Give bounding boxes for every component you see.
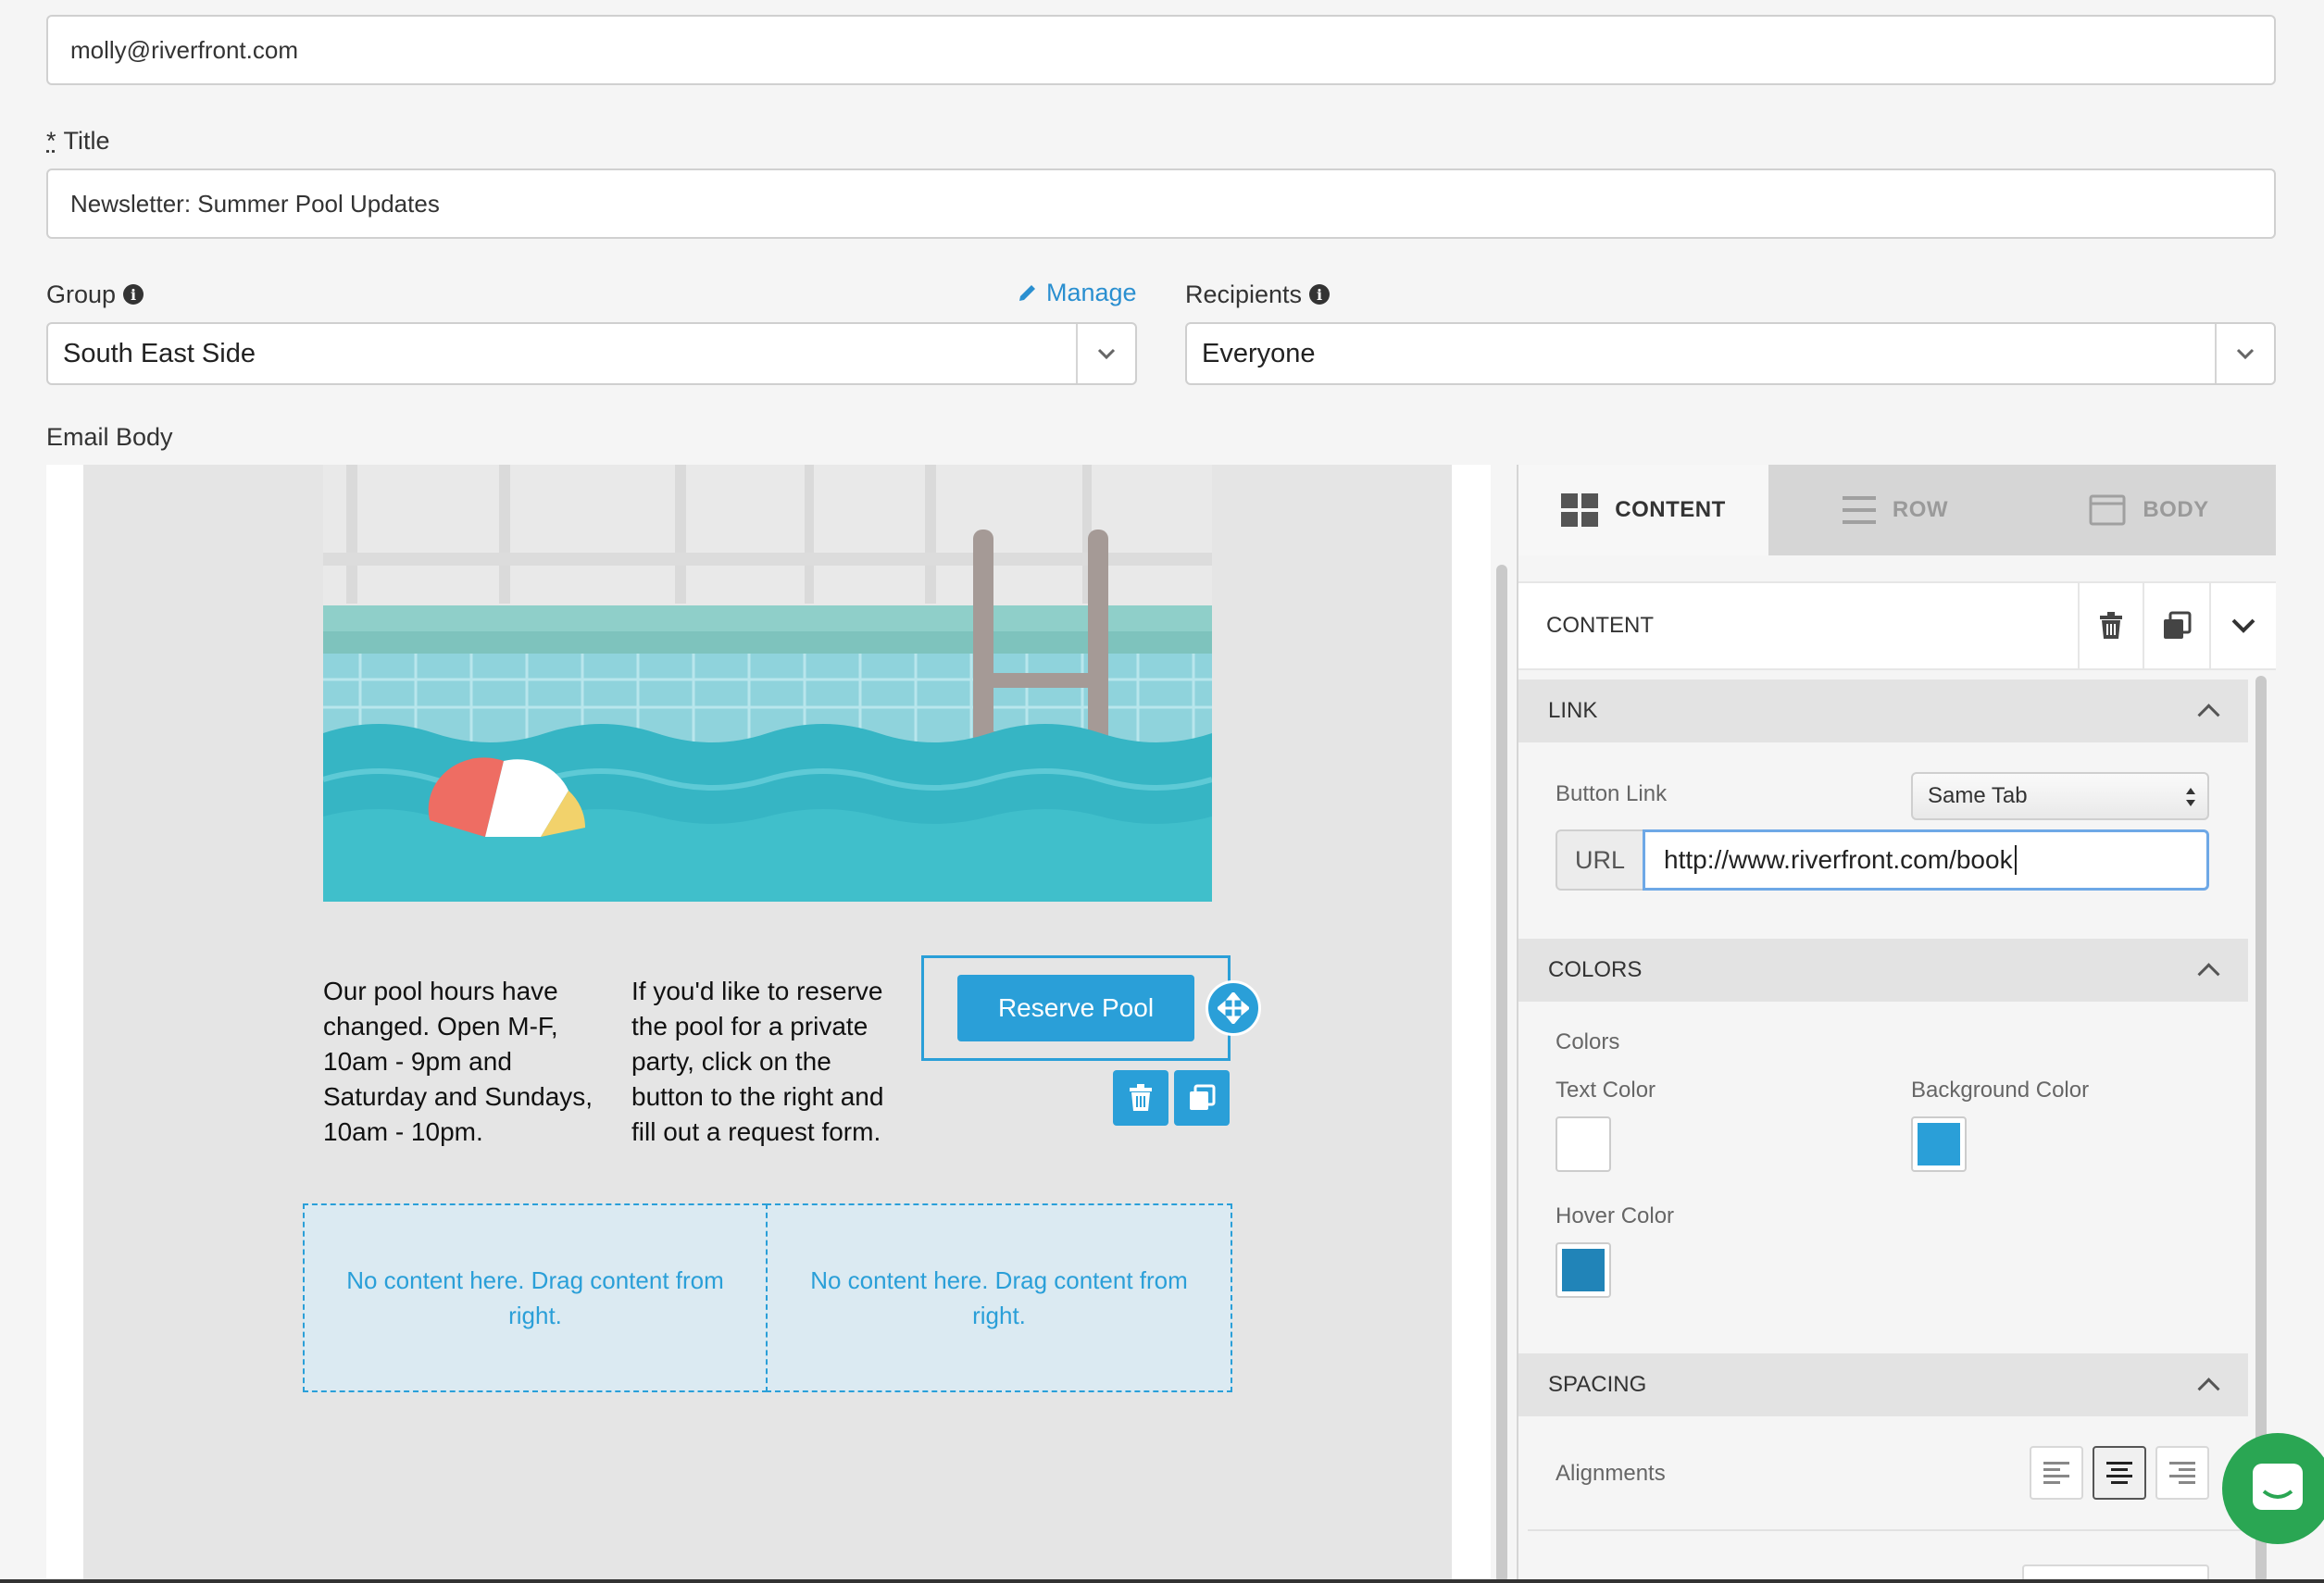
chevron-down-icon [2215, 324, 2274, 383]
empty-cell-text: No content here. Drag content from right… [810, 1266, 1188, 1329]
url-prefix: URL [1556, 829, 1644, 891]
colors-section-header[interactable]: COLORS [1518, 939, 2248, 1002]
text-cursor [2014, 845, 2017, 875]
hover-color-label: Hover Color [1556, 1203, 1675, 1228]
trash-icon [1130, 1084, 1152, 1111]
title-label: * Title [46, 124, 110, 157]
chevron-up-icon [2197, 1377, 2220, 1401]
pool-illustration [323, 465, 1212, 902]
group-select[interactable]: South East Side [46, 322, 1137, 385]
text-color-swatch[interactable] [1556, 1116, 1611, 1172]
recipients-select[interactable]: Everyone [1185, 322, 2276, 385]
title-label-text: Title [63, 126, 110, 155]
hours-text[interactable]: Our pool hours have changed. Open M-F, 1… [323, 974, 601, 1150]
align-center-button[interactable] [2093, 1446, 2146, 1500]
duplicate-content-button[interactable] [2143, 581, 2209, 670]
align-left-icon [2043, 1462, 2069, 1484]
chat-launcher-button[interactable] [2222, 1433, 2324, 1544]
alignments-label: Alignments [1556, 1461, 1666, 1486]
tab-body[interactable]: BODY [2022, 465, 2276, 555]
reserve-pool-button[interactable]: Reserve Pool [957, 975, 1194, 1041]
content-header-title: CONTENT [1546, 613, 1654, 638]
email-field-value: molly@riverfront.com [70, 35, 298, 64]
manage-link[interactable]: Manage [1017, 276, 1137, 309]
reserve-pool-button-label: Reserve Pool [997, 993, 1155, 1022]
text-color-label: Text Color [1556, 1078, 1656, 1103]
editor-scrollbar[interactable] [1496, 565, 1507, 1583]
pool-image[interactable] [323, 465, 1212, 902]
url-input-value: http://www.riverfront.com/book [1664, 845, 2013, 874]
button-link-label: Button Link [1556, 781, 1668, 806]
tab-content[interactable]: CONTENT [1518, 465, 1768, 555]
empty-cell-text: No content here. Drag content from right… [346, 1266, 724, 1329]
align-right-icon [2169, 1462, 2195, 1484]
link-target-select[interactable]: Same Tab [1911, 772, 2209, 820]
rows-icon [1842, 496, 1876, 524]
colors-section-title: COLORS [1548, 957, 1643, 982]
info-icon: i [123, 284, 144, 305]
pencil-icon [1019, 285, 1035, 301]
recipients-select-value: Everyone [1202, 338, 1316, 368]
align-right-button[interactable] [2155, 1446, 2209, 1500]
tab-body-label: BODY [2143, 497, 2209, 522]
group-label-text: Group [46, 280, 117, 308]
background-color-fill [1918, 1123, 1960, 1165]
copy-icon [2164, 611, 2192, 639]
collapse-content-button[interactable] [2209, 581, 2276, 670]
link-section-title: LINK [1548, 698, 1598, 723]
align-left-button[interactable] [2030, 1446, 2083, 1500]
url-input[interactable]: http://www.riverfront.com/book [1643, 829, 2209, 891]
delete-content-button[interactable] [2078, 581, 2143, 670]
link-section-header[interactable]: LINK [1518, 679, 2248, 742]
recipients-label: Recipients i [1185, 278, 1331, 311]
chevron-down-icon [1076, 324, 1135, 383]
email-body-label-text: Email Body [46, 422, 173, 451]
spacing-section-header[interactable]: SPACING [1518, 1353, 2248, 1416]
window-bottom-edge [0, 1579, 2324, 1583]
background-color-label: Background Color [1911, 1078, 2090, 1103]
email-body-label: Email Body [46, 420, 173, 454]
trash-icon [2100, 612, 2122, 639]
required-marker: * [46, 126, 56, 155]
background-color-swatch[interactable] [1911, 1116, 1967, 1172]
delete-block-button[interactable] [1113, 1070, 1168, 1126]
chevron-up-icon [2197, 704, 2220, 727]
hover-color-fill [1562, 1249, 1605, 1291]
chat-icon [2253, 1464, 2303, 1510]
group-label: Group i [46, 278, 144, 311]
manage-label: Manage [1046, 278, 1137, 306]
title-field[interactable]: Newsletter: Summer Pool Updates [46, 168, 2276, 239]
tab-content-label: CONTENT [1615, 497, 1726, 522]
url-prefix-label: URL [1574, 845, 1625, 874]
group-select-value: South East Side [63, 338, 256, 368]
spacing-section-title: SPACING [1548, 1372, 1647, 1397]
hover-color-swatch[interactable] [1556, 1242, 1611, 1298]
layout-icon [2089, 494, 2126, 526]
title-field-value: Newsletter: Summer Pool Updates [70, 189, 440, 218]
copy-icon [1190, 1084, 1216, 1110]
select-arrows-icon [2186, 788, 2195, 806]
tab-row[interactable]: ROW [1768, 465, 2022, 555]
email-field[interactable]: molly@riverfront.com [46, 15, 2276, 85]
chevron-up-icon [2197, 963, 2220, 986]
spacing-divider [1528, 1529, 2248, 1531]
empty-drop-cell-right[interactable]: No content here. Drag content from right… [766, 1203, 1232, 1392]
align-center-icon [2106, 1462, 2132, 1484]
reserve-text[interactable]: If you'd like to reserve the pool for a … [631, 974, 909, 1150]
tab-row-label: ROW [1892, 497, 1949, 522]
info-icon: i [1309, 284, 1331, 305]
link-target-value: Same Tab [1928, 783, 2028, 808]
colors-group-label: Colors [1556, 1029, 1620, 1054]
move-handle-icon[interactable] [1206, 980, 1261, 1036]
recipients-label-text: Recipients [1185, 280, 1303, 308]
empty-drop-cell-left[interactable]: No content here. Drag content from right… [303, 1203, 768, 1392]
duplicate-block-button[interactable] [1174, 1070, 1230, 1126]
grid-icon [1561, 493, 1599, 527]
text-color-fill [1562, 1123, 1605, 1165]
chevron-down-icon [2231, 618, 2255, 633]
